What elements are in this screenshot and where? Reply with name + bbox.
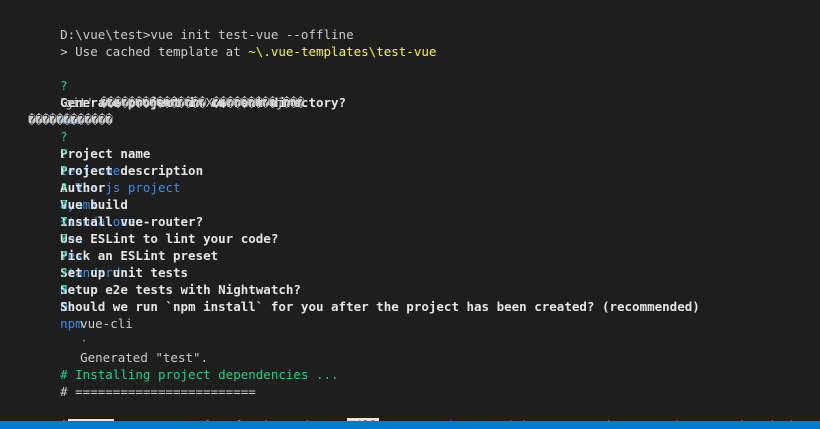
- prompt-question: Pick an ESLint preset: [60, 248, 219, 263]
- prompt-marker: ?: [60, 146, 68, 161]
- npm-progress-line: [............] / fetchMetadata: sill map…: [30, 400, 820, 429]
- prompt-eslint: ? Use ESLint to lint your code? Yes: [30, 196, 820, 263]
- prompt-marker: ?: [60, 282, 68, 297]
- cached-template-path: ~\.vue-templates\test-vue: [248, 44, 437, 59]
- prompt-question: Project name: [60, 146, 151, 161]
- prompt-marker: ?: [60, 248, 68, 263]
- git-error-line-1: 'git' ���������������X���������j���: [30, 77, 820, 110]
- git-error-text-2: ������������: [28, 112, 113, 127]
- prompt-marker: ?: [60, 180, 68, 195]
- prompt-marker: ?: [60, 197, 68, 212]
- command-line: D:\vue\test>vue init test-vue --offline: [30, 9, 820, 42]
- generated-tool: vue-cli: [80, 316, 133, 331]
- prompt-marker: ?: [60, 231, 68, 246]
- prompt-marker: ?: [60, 163, 68, 178]
- prompt-project-name: ? Project name test-vue: [30, 111, 820, 178]
- prompt-question: Install vue-router?: [60, 214, 204, 229]
- prompt-question: Project description: [60, 163, 204, 178]
- git-error-text-1: 'git' ���������������X���������j���: [58, 95, 305, 110]
- divider-text: # ========================: [60, 384, 256, 399]
- prompt-question: Setup e2e tests with Nightwatch?: [60, 282, 301, 297]
- prompt-question: Set up unit tests: [60, 265, 189, 280]
- prompt-question: Should we run `npm install` for you afte…: [60, 299, 700, 314]
- prompt-question: Use ESLint to lint your code?: [60, 231, 279, 246]
- prompt-marker: ?: [60, 129, 68, 144]
- command-text: D:\vue\test>vue init test-vue --offline: [60, 27, 354, 42]
- status-bar: [0, 421, 820, 429]
- prompt-question: Vue build: [60, 197, 128, 212]
- prompt-marker: ?: [60, 214, 68, 229]
- prompt-generate: ? Generate project in current directory?…: [30, 60, 820, 127]
- cached-template-prefix: > Use cached template at: [60, 44, 249, 59]
- prompt-project-description: ? Project description A Vue.js project: [30, 128, 820, 195]
- generated-text: Generated "test".: [80, 350, 209, 365]
- installing-text: # Installing project dependencies ...: [60, 367, 339, 382]
- generated-separator: ·: [80, 333, 88, 348]
- terminal-output: D:\vue\test>vue init test-vue --offline …: [28, 9, 820, 429]
- prompt-marker: ?: [60, 78, 68, 93]
- prompt-marker: ?: [60, 265, 68, 280]
